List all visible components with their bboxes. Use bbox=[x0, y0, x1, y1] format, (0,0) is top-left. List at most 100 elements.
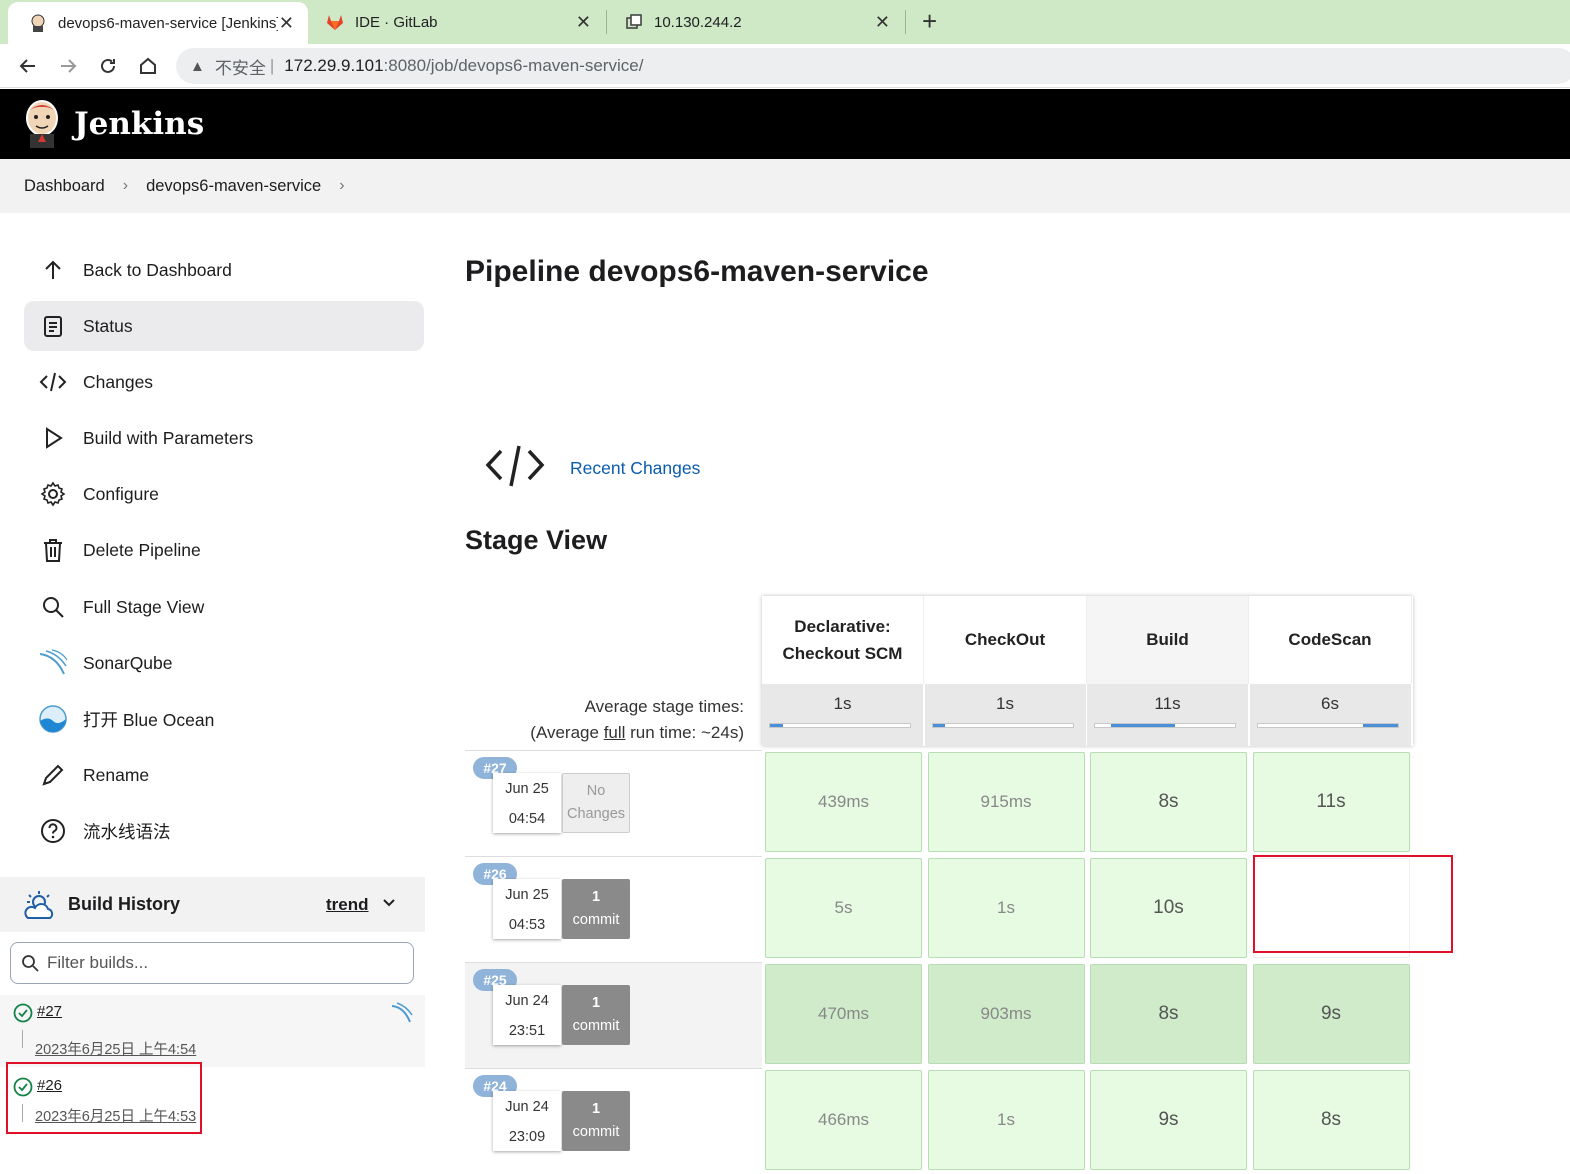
sidebar-item-sonarqube[interactable]: SonarQube bbox=[24, 638, 424, 688]
build-history-row[interactable]: #27 2023年6月25日 上午4:54 bbox=[0, 995, 425, 1067]
play-icon bbox=[38, 423, 68, 453]
sidebar-item-delete-pipeline[interactable]: Delete Pipeline bbox=[24, 525, 424, 575]
stage-name: Build bbox=[1146, 630, 1189, 650]
run-commits-label: Changes bbox=[566, 806, 626, 822]
run-row[interactable]: #27 Jun 25 04:54 No Changes bbox=[465, 750, 762, 856]
sidebar-item-label: Status bbox=[83, 315, 133, 336]
stage-average-bar bbox=[1256, 723, 1399, 728]
stage-cell[interactable]: 470ms bbox=[765, 964, 922, 1064]
tab-title: devops6-maven-service [Jenkins] bbox=[58, 14, 278, 32]
stage-average-value: 11s bbox=[1154, 694, 1181, 713]
sidebar-item-label: 打开 Blue Ocean bbox=[83, 709, 215, 730]
sidebar-item-label: Full Stage View bbox=[83, 596, 205, 617]
browser-tab-bar: devops6-maven-service [Jenkins] ✕ IDE · … bbox=[0, 0, 1570, 44]
sidebar-item-full-stage-view[interactable]: Full Stage View bbox=[24, 582, 424, 632]
pencil-icon bbox=[38, 760, 68, 790]
stage-average-bar bbox=[931, 723, 1074, 728]
sonarqube-icon bbox=[38, 648, 68, 678]
sidebar-item-rename[interactable]: Rename bbox=[24, 750, 424, 800]
jenkins-favicon bbox=[28, 13, 48, 33]
sidebar-item-status[interactable]: Status bbox=[24, 301, 424, 351]
run-commits[interactable]: No Changes bbox=[562, 773, 630, 833]
run-row[interactable]: #26 Jun 25 04:53 1 commit bbox=[465, 856, 762, 962]
sidebar-item-back-to-dashboard[interactable]: Back to Dashboard bbox=[24, 245, 424, 295]
success-check-icon bbox=[13, 1003, 33, 1023]
recent-changes-link[interactable]: Recent Changes bbox=[570, 458, 700, 479]
url-field[interactable]: ▲ 不安全 | 172.29.9.101 :8080/job/devops6-m… bbox=[176, 48, 1570, 84]
run-row[interactable]: #24 Jun 24 23:09 1 commit bbox=[465, 1068, 762, 1174]
stage-cell[interactable]: 8s bbox=[1090, 964, 1247, 1064]
sidebar-item-label: Build with Parameters bbox=[83, 427, 254, 448]
avg-pre: (Average bbox=[530, 723, 604, 742]
stage-cell[interactable]: 8s bbox=[1252, 1070, 1410, 1170]
sidebar-item-pipeline-syntax[interactable]: 流水线语法 bbox=[24, 806, 424, 856]
sidebar-item-label: Changes bbox=[83, 371, 154, 392]
stage-cell[interactable]: 1s bbox=[927, 1070, 1085, 1170]
run-date-time: 23:51 bbox=[508, 1023, 546, 1039]
stage-average-bar-fill bbox=[932, 724, 946, 727]
gitlab-favicon bbox=[325, 12, 345, 32]
avg-post: run time: ~24s) bbox=[625, 723, 744, 742]
code-icon bbox=[485, 445, 545, 487]
stage-cell[interactable]: 903ms bbox=[927, 964, 1085, 1064]
stage-cell[interactable]: 1s bbox=[927, 858, 1085, 958]
sidebar-item-blue-ocean[interactable]: 打开 Blue Ocean bbox=[24, 694, 424, 744]
trend-link[interactable]: trend bbox=[326, 895, 369, 915]
build-number-link[interactable]: #27 bbox=[37, 1003, 62, 1020]
run-date: Jun 24 23:09 bbox=[493, 1091, 561, 1151]
run-commits-count: 1 bbox=[591, 995, 601, 1011]
run-row[interactable]: #25 Jun 24 23:51 1 commit bbox=[465, 962, 762, 1068]
stage-cell[interactable]: 9s bbox=[1090, 1070, 1247, 1170]
chevron-down-icon[interactable] bbox=[380, 893, 398, 916]
filter-builds-input[interactable]: Filter builds... bbox=[10, 942, 414, 984]
tab-title: 10.130.244.2 bbox=[654, 13, 742, 31]
jenkins-logo[interactable] bbox=[22, 98, 62, 150]
back-arrow-icon[interactable] bbox=[14, 52, 42, 80]
run-date-day: Jun 24 bbox=[505, 1099, 549, 1115]
sidebar-item-build-with-parameters[interactable]: Build with Parameters bbox=[24, 413, 424, 463]
stage-cell[interactable]: 466ms bbox=[765, 1070, 922, 1170]
highlight-box bbox=[6, 1062, 202, 1134]
stage-average: 1s bbox=[924, 684, 1087, 746]
full-link[interactable]: full bbox=[604, 723, 626, 742]
warning-icon: ▲ bbox=[190, 57, 205, 75]
run-commits-count: 1 bbox=[591, 1101, 601, 1117]
run-commits[interactable]: 1 commit bbox=[562, 1091, 630, 1151]
stage-cell[interactable]: 9s bbox=[1252, 964, 1410, 1064]
run-commits[interactable]: 1 commit bbox=[562, 879, 630, 939]
close-tab-icon[interactable]: ✕ bbox=[279, 13, 294, 34]
run-date: Jun 25 04:53 bbox=[493, 879, 561, 939]
sidebar-item-label: Configure bbox=[83, 483, 159, 504]
sidebar-item-changes[interactable]: Changes bbox=[24, 357, 424, 407]
build-history-header: Build History trend bbox=[0, 877, 425, 932]
run-commits[interactable]: 1 commit bbox=[562, 985, 630, 1045]
new-tab-button[interactable]: + bbox=[922, 6, 937, 37]
sonarqube-icon[interactable] bbox=[390, 1001, 414, 1025]
run-date-day: Jun 24 bbox=[505, 993, 549, 1009]
stage-cell[interactable]: 11s bbox=[1252, 752, 1410, 852]
reload-icon[interactable] bbox=[94, 52, 122, 80]
breadcrumb-dashboard[interactable]: Dashboard bbox=[24, 177, 105, 196]
page-title: Pipeline devops6-maven-service bbox=[465, 255, 929, 288]
sidebar-item-label: 流水线语法 bbox=[83, 821, 171, 842]
stage-cell[interactable]: 8s bbox=[1090, 752, 1247, 852]
tab-jenkins[interactable]: devops6-maven-service [Jenkins] ✕ bbox=[8, 2, 308, 44]
tab-remote[interactable]: 10.130.244.2 ✕ bbox=[604, 0, 904, 44]
stage-cell[interactable]: 10s bbox=[1090, 858, 1247, 958]
close-tab-icon[interactable]: ✕ bbox=[875, 12, 890, 33]
breadcrumb-job[interactable]: devops6-maven-service bbox=[146, 177, 321, 196]
sidebar-item-configure[interactable]: Configure bbox=[24, 469, 424, 519]
stage-cell[interactable]: 915ms bbox=[927, 752, 1085, 852]
tab-gitlab[interactable]: IDE · GitLab ✕ bbox=[305, 0, 605, 44]
forward-arrow-icon[interactable] bbox=[54, 52, 82, 80]
home-icon[interactable] bbox=[134, 52, 162, 80]
stage-average: 1s bbox=[762, 684, 924, 746]
close-tab-icon[interactable]: ✕ bbox=[576, 12, 591, 33]
stage-average: 6s bbox=[1249, 684, 1412, 746]
sidebar-item-label: Back to Dashboard bbox=[83, 259, 232, 280]
stage-cell[interactable]: 5s bbox=[765, 858, 922, 958]
jenkins-brand[interactable]: Jenkins bbox=[74, 106, 204, 142]
avg-label-line1: Average stage times: bbox=[584, 697, 744, 716]
build-date-link[interactable]: 2023年6月25日 上午4:54 bbox=[35, 1038, 196, 1059]
stage-cell[interactable]: 439ms bbox=[765, 752, 922, 852]
